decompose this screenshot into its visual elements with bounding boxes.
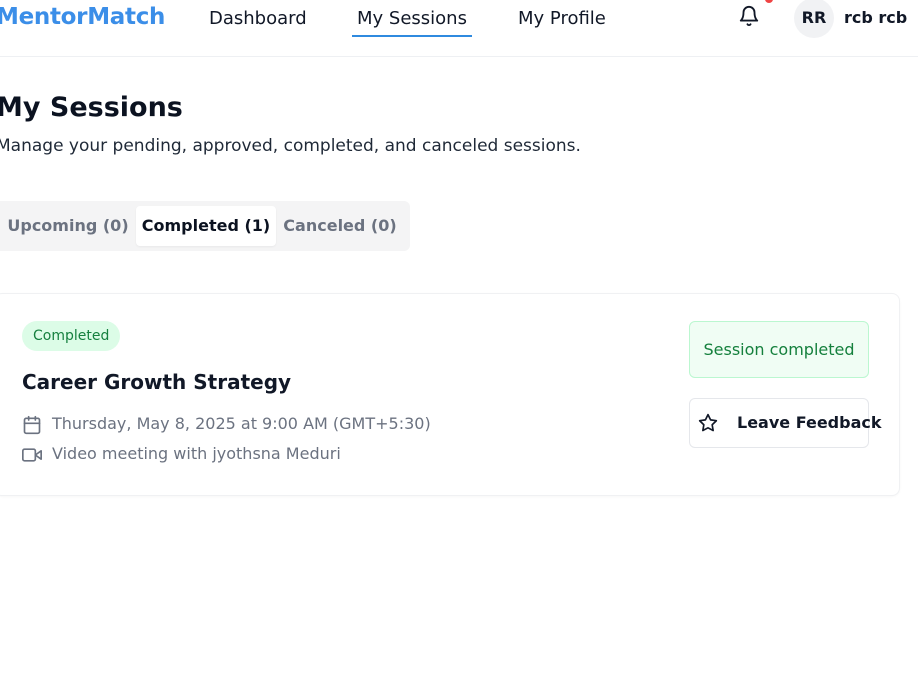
status-badge: Completed: [22, 321, 121, 351]
nav-link-dashboard[interactable]: Dashboard: [209, 8, 307, 29]
tab-canceled[interactable]: Canceled (0): [276, 206, 404, 246]
page-subtitle: Manage your pending, approved, completed…: [0, 136, 581, 156]
leave-feedback-label: Leave Feedback: [737, 413, 882, 432]
bell-icon[interactable]: [738, 5, 760, 27]
tab-completed[interactable]: Completed (1): [136, 206, 276, 246]
session-status-message: Session completed: [689, 321, 869, 378]
notification-dot: [765, 0, 773, 3]
session-meeting-info: Video meeting with jyothsna Meduri: [52, 444, 341, 463]
calendar-icon: [22, 415, 42, 435]
top-navigation-bar: MentorMatch Dashboard My Sessions My Pro…: [0, 0, 918, 57]
tab-upcoming[interactable]: Upcoming (0): [0, 206, 136, 246]
star-icon: [698, 413, 718, 433]
avatar[interactable]: RR: [794, 0, 834, 38]
brand-logo[interactable]: MentorMatch: [0, 4, 165, 30]
nav-link-my-sessions[interactable]: My Sessions: [352, 8, 472, 37]
user-name[interactable]: rcb rcb: [844, 8, 907, 27]
leave-feedback-button[interactable]: Leave Feedback: [689, 398, 882, 448]
session-tabs: Upcoming (0) Completed (1) Canceled (0): [0, 201, 410, 251]
nav-link-my-profile[interactable]: My Profile: [518, 8, 606, 29]
video-icon: [22, 445, 43, 465]
session-datetime: Thursday, May 8, 2025 at 9:00 AM (GMT+5:…: [52, 414, 431, 433]
page-title: My Sessions: [0, 92, 183, 123]
session-title: Career Growth Strategy: [22, 370, 292, 394]
